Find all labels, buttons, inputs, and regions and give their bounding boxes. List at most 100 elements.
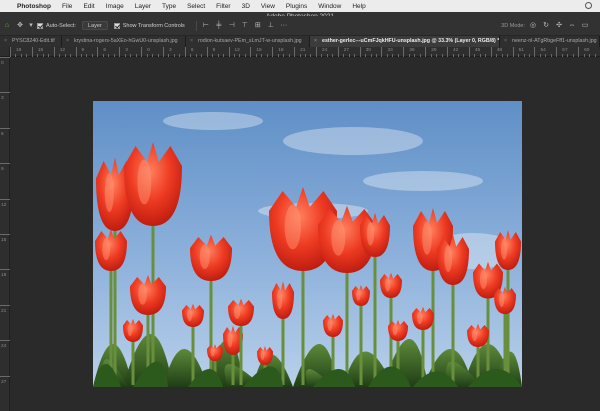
menu-photoshop[interactable]: Photoshop bbox=[17, 3, 51, 10]
tab-document[interactable]: × neenz-nl-ATgRbgeFff1-unsplash.jpg bbox=[500, 36, 600, 47]
tulip-highlight bbox=[472, 328, 478, 342]
align-center-icon[interactable]: ╪ bbox=[215, 22, 223, 30]
ruler-label: 24 bbox=[321, 48, 328, 53]
tulip-highlight bbox=[284, 204, 301, 250]
ruler-tick bbox=[381, 47, 383, 57]
tulip-stem bbox=[506, 268, 510, 385]
orbit-icon[interactable]: ◎ bbox=[529, 22, 537, 30]
ruler-label: 30 bbox=[365, 48, 371, 53]
align-left-icon[interactable]: ⊢ bbox=[202, 22, 210, 30]
align-middle-icon[interactable]: ⊞ bbox=[254, 22, 262, 30]
auto-select-checkbox[interactable] bbox=[37, 22, 43, 29]
home-icon[interactable]: ⌂ bbox=[3, 22, 11, 30]
menu-view[interactable]: View bbox=[261, 3, 275, 10]
chevron-down-icon[interactable]: ▾ bbox=[29, 22, 33, 30]
tulip-stem bbox=[373, 255, 377, 385]
vertical-ruler[interactable]: 0 3 6 9 12 15 18 21 24 27 bbox=[0, 57, 10, 411]
ruler-label: 18 bbox=[1, 273, 7, 279]
tulip-flower bbox=[412, 306, 434, 330]
tulip-stem bbox=[239, 324, 243, 385]
tulip-highlight bbox=[444, 245, 453, 273]
divider bbox=[195, 20, 197, 31]
menu-type[interactable]: Type bbox=[162, 3, 176, 10]
menu-file[interactable]: File bbox=[62, 3, 72, 10]
ruler-label: 15 bbox=[1, 238, 7, 243]
close-icon[interactable]: × bbox=[504, 36, 507, 47]
pan-icon[interactable]: ✣ bbox=[555, 22, 563, 30]
ruler-label: 51 bbox=[518, 48, 524, 53]
menu-filter[interactable]: Filter bbox=[216, 3, 230, 10]
close-icon[interactable]: × bbox=[314, 36, 317, 47]
tulip-highlight bbox=[210, 347, 215, 357]
tulip-highlight bbox=[260, 350, 265, 361]
align-bottom-icon[interactable]: ⊥ bbox=[267, 22, 275, 30]
ruler-tick bbox=[31, 47, 33, 57]
ruler-tick bbox=[250, 47, 252, 57]
ruler-label: 48 bbox=[496, 48, 503, 53]
more-options-icon[interactable]: ··· bbox=[280, 22, 288, 30]
ruler-label: 60 bbox=[584, 48, 590, 53]
ruler-label: 33 bbox=[387, 48, 393, 53]
tab-document[interactable]: × krystina-rogers-5aXEo-hGwU0-unsplash.j… bbox=[62, 36, 186, 47]
close-icon[interactable]: × bbox=[190, 36, 193, 47]
tulip-stem bbox=[431, 269, 435, 385]
align-top-icon[interactable]: ⊤ bbox=[241, 22, 249, 30]
move-tool-icon[interactable]: ✥ bbox=[16, 22, 24, 30]
ruler-label: 9 bbox=[81, 48, 85, 53]
menu-layer[interactable]: Layer bbox=[135, 3, 151, 10]
tulip-highlight bbox=[479, 269, 488, 290]
slide-icon[interactable]: ⇔ bbox=[568, 22, 576, 30]
ruler-label: 12 bbox=[59, 48, 66, 53]
tulip-flower bbox=[380, 272, 402, 298]
menu-window[interactable]: Window bbox=[318, 3, 341, 10]
tab-document[interactable]: × PYSC8240-Edit.tif bbox=[0, 36, 62, 47]
tab-document[interactable]: × rodion-kutsaev-PEm_sLmJT-w-unsplash.jp… bbox=[186, 36, 310, 47]
document-image[interactable] bbox=[93, 101, 522, 387]
align-right-icon[interactable]: ⊣ bbox=[228, 22, 236, 30]
show-transform-toggle[interactable]: Show Transform Controls bbox=[113, 22, 185, 29]
control-center-icon[interactable] bbox=[585, 2, 592, 9]
roll-icon[interactable]: ↻ bbox=[542, 22, 550, 30]
tulip-flower bbox=[95, 229, 127, 271]
menu-help[interactable]: Help bbox=[352, 3, 365, 10]
ruler-tick bbox=[425, 47, 427, 57]
ruler-label: 45 bbox=[474, 48, 481, 53]
ruler-label: 15 bbox=[37, 48, 44, 53]
menu-select[interactable]: Select bbox=[187, 3, 205, 10]
close-icon[interactable]: × bbox=[66, 36, 69, 47]
tulip-highlight bbox=[104, 172, 114, 213]
tulip-stem bbox=[231, 353, 235, 385]
menu-image[interactable]: Image bbox=[106, 3, 124, 10]
horizontal-ruler[interactable]: 18 15 12 9 6 3 0 3 6 9 12 15 18 21 24 27 30 33 36 39 42 45 48 5… bbox=[10, 47, 600, 57]
layer-dropdown[interactable]: Layer bbox=[81, 21, 108, 30]
tulip-highlight bbox=[327, 318, 333, 332]
ruler-tick bbox=[403, 47, 405, 57]
tulip-highlight bbox=[233, 304, 241, 319]
video-camera-icon[interactable]: ▭ bbox=[581, 22, 589, 30]
ruler-label: 24 bbox=[1, 344, 7, 350]
menu-plugins[interactable]: Plugins bbox=[286, 3, 307, 10]
auto-select-toggle[interactable]: Auto-Select: bbox=[37, 22, 76, 29]
ruler-label: 54 bbox=[540, 48, 546, 53]
ruler-tick bbox=[315, 47, 317, 57]
ruler-tick bbox=[0, 163, 10, 165]
tulip-flower bbox=[360, 212, 390, 257]
tab-label: PYSC8240-Edit.tif bbox=[12, 38, 55, 44]
ruler-origin[interactable] bbox=[0, 47, 10, 57]
ruler-tick bbox=[0, 234, 10, 235]
layer-dropdown-value[interactable]: Layer bbox=[81, 21, 108, 30]
tulip-highlight bbox=[227, 331, 233, 348]
tulip-flower bbox=[437, 234, 469, 285]
tab-document-active[interactable]: × esther-gerlec---uCmFJqkHFU-unsplash.jp… bbox=[310, 36, 500, 47]
ruler-tick bbox=[53, 47, 55, 57]
tulip-highlight bbox=[366, 222, 375, 246]
ruler-label: 18 bbox=[278, 48, 284, 53]
menu-edit[interactable]: Edit bbox=[83, 3, 94, 10]
show-transform-checkbox[interactable] bbox=[113, 22, 120, 29]
ruler-tick bbox=[359, 47, 361, 57]
menu-3d[interactable]: 3D bbox=[242, 3, 250, 10]
ruler-tick bbox=[0, 198, 10, 200]
tulip-highlight bbox=[331, 219, 346, 256]
close-icon[interactable]: × bbox=[4, 36, 7, 47]
ruler-tick bbox=[337, 47, 339, 57]
